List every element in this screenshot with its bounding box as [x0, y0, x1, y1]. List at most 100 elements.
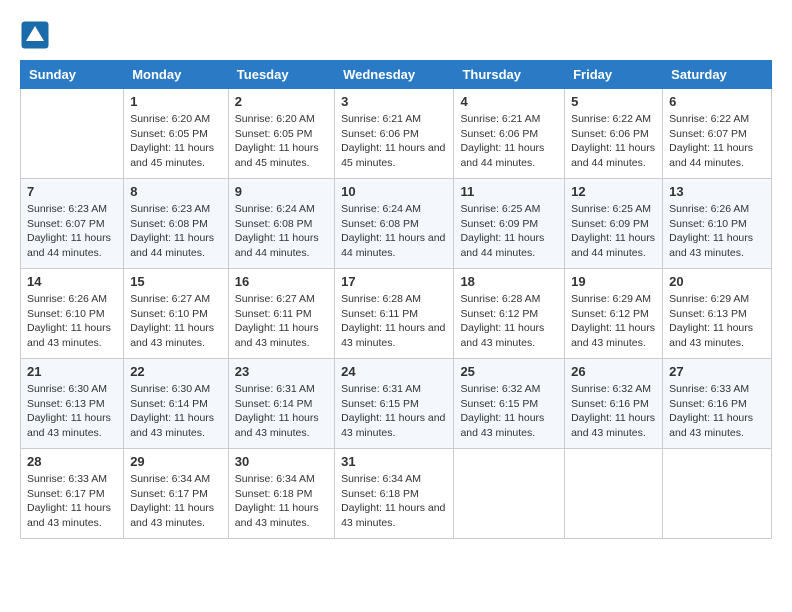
day-number: 20 [669, 274, 765, 289]
day-number: 1 [130, 94, 222, 109]
day-info: Sunrise: 6:27 AMSunset: 6:11 PMDaylight:… [235, 292, 328, 351]
calendar-cell: 15 Sunrise: 6:27 AMSunset: 6:10 PMDayligh… [124, 269, 229, 359]
day-info: Sunrise: 6:21 AMSunset: 6:06 PMDaylight:… [341, 112, 447, 171]
day-number: 31 [341, 454, 447, 469]
day-number: 24 [341, 364, 447, 379]
day-info: Sunrise: 6:30 AMSunset: 6:13 PMDaylight:… [27, 382, 117, 441]
day-number: 2 [235, 94, 328, 109]
day-info: Sunrise: 6:34 AMSunset: 6:18 PMDaylight:… [341, 472, 447, 531]
calendar-cell: 24 Sunrise: 6:31 AMSunset: 6:15 PMDayligh… [335, 359, 454, 449]
day-info: Sunrise: 6:25 AMSunset: 6:09 PMDaylight:… [571, 202, 656, 261]
day-number: 19 [571, 274, 656, 289]
column-header-monday: Monday [124, 61, 229, 89]
day-number: 23 [235, 364, 328, 379]
day-info: Sunrise: 6:23 AMSunset: 6:07 PMDaylight:… [27, 202, 117, 261]
day-number: 13 [669, 184, 765, 199]
calendar-cell: 17 Sunrise: 6:28 AMSunset: 6:11 PMDayligh… [335, 269, 454, 359]
day-info: Sunrise: 6:26 AMSunset: 6:10 PMDaylight:… [669, 202, 765, 261]
calendar-cell: 16Sunrise: 6:27 AMSunset: 6:11 PMDayligh… [228, 269, 334, 359]
calendar-cell: 4 Sunrise: 6:21 AMSunset: 6:06 PMDaylight… [454, 89, 565, 179]
day-number: 10 [341, 184, 447, 199]
day-info: Sunrise: 6:22 AMSunset: 6:07 PMDaylight:… [669, 112, 765, 171]
calendar-week-row: 28 Sunrise: 6:33 AMSunset: 6:17 PMDayligh… [21, 449, 772, 539]
day-info: Sunrise: 6:31 AMSunset: 6:15 PMDaylight:… [341, 382, 447, 441]
day-info: Sunrise: 6:29 AMSunset: 6:12 PMDaylight:… [571, 292, 656, 351]
column-header-sunday: Sunday [21, 61, 124, 89]
calendar-cell: 10 Sunrise: 6:24 AMSunset: 6:08 PMDayligh… [335, 179, 454, 269]
day-info: Sunrise: 6:25 AMSunset: 6:09 PMDaylight:… [460, 202, 558, 261]
calendar-cell: 19 Sunrise: 6:29 AMSunset: 6:12 PMDayligh… [565, 269, 663, 359]
calendar-cell: 9 Sunrise: 6:24 AMSunset: 6:08 PMDaylight… [228, 179, 334, 269]
day-info: Sunrise: 6:31 AMSunset: 6:14 PMDaylight:… [235, 382, 328, 441]
calendar-cell: 6 Sunrise: 6:22 AMSunset: 6:07 PMDaylight… [663, 89, 772, 179]
calendar-week-row: 1 Sunrise: 6:20 AMSunset: 6:05 PMDaylight… [21, 89, 772, 179]
day-number: 3 [341, 94, 447, 109]
calendar-cell: 11Sunrise: 6:25 AMSunset: 6:09 PMDayligh… [454, 179, 565, 269]
day-info: Sunrise: 6:30 AMSunset: 6:14 PMDaylight:… [130, 382, 222, 441]
day-number: 29 [130, 454, 222, 469]
day-number: 25 [460, 364, 558, 379]
calendar-cell [454, 449, 565, 539]
day-number: 30 [235, 454, 328, 469]
day-info: Sunrise: 6:22 AMSunset: 6:06 PMDaylight:… [571, 112, 656, 171]
day-number: 18 [460, 274, 558, 289]
day-info: Sunrise: 6:24 AMSunset: 6:08 PMDaylight:… [235, 202, 328, 261]
calendar-cell: 13 Sunrise: 6:26 AMSunset: 6:10 PMDayligh… [663, 179, 772, 269]
day-number: 5 [571, 94, 656, 109]
day-number: 27 [669, 364, 765, 379]
calendar-cell: 7 Sunrise: 6:23 AMSunset: 6:07 PMDaylight… [21, 179, 124, 269]
day-info: Sunrise: 6:33 AMSunset: 6:16 PMDaylight:… [669, 382, 765, 441]
day-info: Sunrise: 6:21 AMSunset: 6:06 PMDaylight:… [460, 112, 558, 171]
day-info: Sunrise: 6:27 AMSunset: 6:10 PMDaylight:… [130, 292, 222, 351]
day-number: 4 [460, 94, 558, 109]
calendar-cell: 28 Sunrise: 6:33 AMSunset: 6:17 PMDayligh… [21, 449, 124, 539]
calendar-cell [565, 449, 663, 539]
day-info: Sunrise: 6:29 AMSunset: 6:13 PMDaylight:… [669, 292, 765, 351]
column-header-friday: Friday [565, 61, 663, 89]
calendar-cell [663, 449, 772, 539]
calendar-cell: 18 Sunrise: 6:28 AMSunset: 6:12 PMDayligh… [454, 269, 565, 359]
column-header-thursday: Thursday [454, 61, 565, 89]
calendar-cell: 12 Sunrise: 6:25 AMSunset: 6:09 PMDayligh… [565, 179, 663, 269]
calendar-week-row: 7 Sunrise: 6:23 AMSunset: 6:07 PMDaylight… [21, 179, 772, 269]
calendar-cell: 26 Sunrise: 6:32 AMSunset: 6:16 PMDayligh… [565, 359, 663, 449]
day-number: 15 [130, 274, 222, 289]
calendar-cell: 20 Sunrise: 6:29 AMSunset: 6:13 PMDayligh… [663, 269, 772, 359]
calendar-cell: 1 Sunrise: 6:20 AMSunset: 6:05 PMDaylight… [124, 89, 229, 179]
day-number: 6 [669, 94, 765, 109]
day-info: Sunrise: 6:23 AMSunset: 6:08 PMDaylight:… [130, 202, 222, 261]
day-info: Sunrise: 6:28 AMSunset: 6:12 PMDaylight:… [460, 292, 558, 351]
day-number: 9 [235, 184, 328, 199]
logo [20, 20, 54, 50]
day-info: Sunrise: 6:28 AMSunset: 6:11 PMDaylight:… [341, 292, 447, 351]
calendar-cell: 30Sunrise: 6:34 AMSunset: 6:18 PMDayligh… [228, 449, 334, 539]
calendar-cell: 31 Sunrise: 6:34 AMSunset: 6:18 PMDayligh… [335, 449, 454, 539]
day-number: 17 [341, 274, 447, 289]
calendar-table: SundayMondayTuesdayWednesdayThursdayFrid… [20, 60, 772, 539]
day-number: 21 [27, 364, 117, 379]
column-header-tuesday: Tuesday [228, 61, 334, 89]
day-number: 28 [27, 454, 117, 469]
day-number: 7 [27, 184, 117, 199]
calendar-cell: 25Sunrise: 6:32 AMSunset: 6:15 PMDayligh… [454, 359, 565, 449]
day-info: Sunrise: 6:24 AMSunset: 6:08 PMDaylight:… [341, 202, 447, 261]
day-info: Sunrise: 6:34 AMSunset: 6:17 PMDaylight:… [130, 472, 222, 531]
day-number: 22 [130, 364, 222, 379]
calendar-cell: 21 Sunrise: 6:30 AMSunset: 6:13 PMDayligh… [21, 359, 124, 449]
day-info: Sunrise: 6:33 AMSunset: 6:17 PMDaylight:… [27, 472, 117, 531]
calendar-cell [21, 89, 124, 179]
day-number: 12 [571, 184, 656, 199]
day-info: Sunrise: 6:26 AMSunset: 6:10 PMDaylight:… [27, 292, 117, 351]
calendar-week-row: 21 Sunrise: 6:30 AMSunset: 6:13 PMDayligh… [21, 359, 772, 449]
day-number: 26 [571, 364, 656, 379]
calendar-cell: 27 Sunrise: 6:33 AMSunset: 6:16 PMDayligh… [663, 359, 772, 449]
day-info: Sunrise: 6:32 AMSunset: 6:16 PMDaylight:… [571, 382, 656, 441]
calendar-cell: 5 Sunrise: 6:22 AMSunset: 6:06 PMDaylight… [565, 89, 663, 179]
day-number: 14 [27, 274, 117, 289]
calendar-cell: 29 Sunrise: 6:34 AMSunset: 6:17 PMDayligh… [124, 449, 229, 539]
calendar-week-row: 14 Sunrise: 6:26 AMSunset: 6:10 PMDayligh… [21, 269, 772, 359]
day-info: Sunrise: 6:20 AMSunset: 6:05 PMDaylight:… [130, 112, 222, 171]
calendar-cell: 3 Sunrise: 6:21 AMSunset: 6:06 PMDaylight… [335, 89, 454, 179]
calendar-cell: 14 Sunrise: 6:26 AMSunset: 6:10 PMDayligh… [21, 269, 124, 359]
logo-icon [20, 20, 50, 50]
